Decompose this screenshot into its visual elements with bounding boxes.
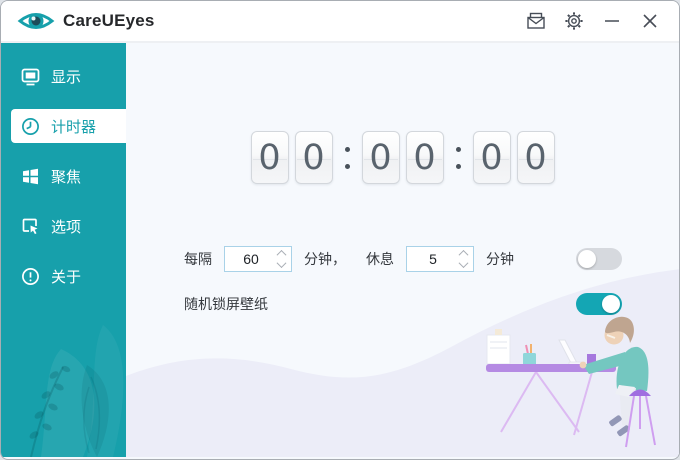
mail-icon[interactable] <box>521 6 551 36</box>
hours-pair: 0 0 <box>251 131 333 184</box>
toggle-knob <box>578 250 596 268</box>
sidebar-item-about[interactable]: 关于 <box>1 259 126 293</box>
app-window: CareUEyes <box>0 0 680 460</box>
clock-colon <box>456 147 461 169</box>
rest-spinner-arrows[interactable] <box>453 247 473 271</box>
app-title: CareUEyes <box>63 11 155 31</box>
person-at-desk-illustration <box>479 307 679 457</box>
sidebar: 显示 计时器 <box>1 43 126 457</box>
digit-card: 0 <box>406 131 444 184</box>
close-icon[interactable] <box>635 6 665 36</box>
sidebar-item-label: 关于 <box>51 266 81 287</box>
flip-clock: 0 0 0 0 0 0 <box>126 131 679 184</box>
display-icon <box>21 67 40 86</box>
spinner-down-icon[interactable] <box>276 258 286 268</box>
sidebar-item-label: 选项 <box>51 216 81 237</box>
digit-card: 0 <box>251 131 289 184</box>
digit-card: 0 <box>517 131 555 184</box>
minimize-icon[interactable] <box>597 6 627 36</box>
interval-settings-row: 每隔 60 分钟， 休息 5 <box>184 246 622 272</box>
settings-gear-icon[interactable] <box>559 6 589 36</box>
rest-suffix-label: 分钟 <box>486 249 514 269</box>
sidebar-item-options[interactable]: 选项 <box>1 209 126 243</box>
digit-card: 0 <box>362 131 400 184</box>
sidebar-item-label: 聚焦 <box>51 166 81 187</box>
interval-prefix-label: 每隔 <box>184 249 212 269</box>
wallpaper-label: 随机锁屏壁纸 <box>184 294 268 314</box>
focus-icon <box>21 167 40 186</box>
break-reminder-toggle[interactable] <box>576 248 622 270</box>
sidebar-item-timer[interactable]: 计时器 <box>11 109 126 143</box>
sidebar-item-display[interactable]: 显示 <box>1 59 126 93</box>
interval-suffix-label: 分钟， <box>304 249 346 269</box>
clock-colon <box>345 147 350 169</box>
careueyes-eye-logo-icon <box>17 7 55 35</box>
sidebar-leaf-decoration <box>1 307 126 457</box>
sidebar-item-focus[interactable]: 聚焦 <box>1 159 126 193</box>
rest-prefix-label: 休息 <box>366 249 394 269</box>
timer-icon <box>21 117 40 136</box>
digit-card: 0 <box>295 131 333 184</box>
about-icon <box>21 267 40 286</box>
options-icon <box>21 217 40 236</box>
titlebar: CareUEyes <box>1 1 679 43</box>
interval-minutes-value[interactable]: 60 <box>225 251 271 267</box>
seconds-pair: 0 0 <box>473 131 555 184</box>
sidebar-item-label: 计时器 <box>51 116 96 137</box>
spinner-down-icon[interactable] <box>458 258 468 268</box>
main-panel: 0 0 0 0 0 0 每隔 60 <box>126 43 679 457</box>
rest-minutes-value[interactable]: 5 <box>407 251 453 267</box>
minutes-pair: 0 0 <box>362 131 444 184</box>
interval-minutes-spinner[interactable]: 60 <box>224 246 292 272</box>
rest-minutes-spinner[interactable]: 5 <box>406 246 474 272</box>
sidebar-item-label: 显示 <box>51 66 81 87</box>
interval-spinner-arrows[interactable] <box>271 247 291 271</box>
digit-card: 0 <box>473 131 511 184</box>
